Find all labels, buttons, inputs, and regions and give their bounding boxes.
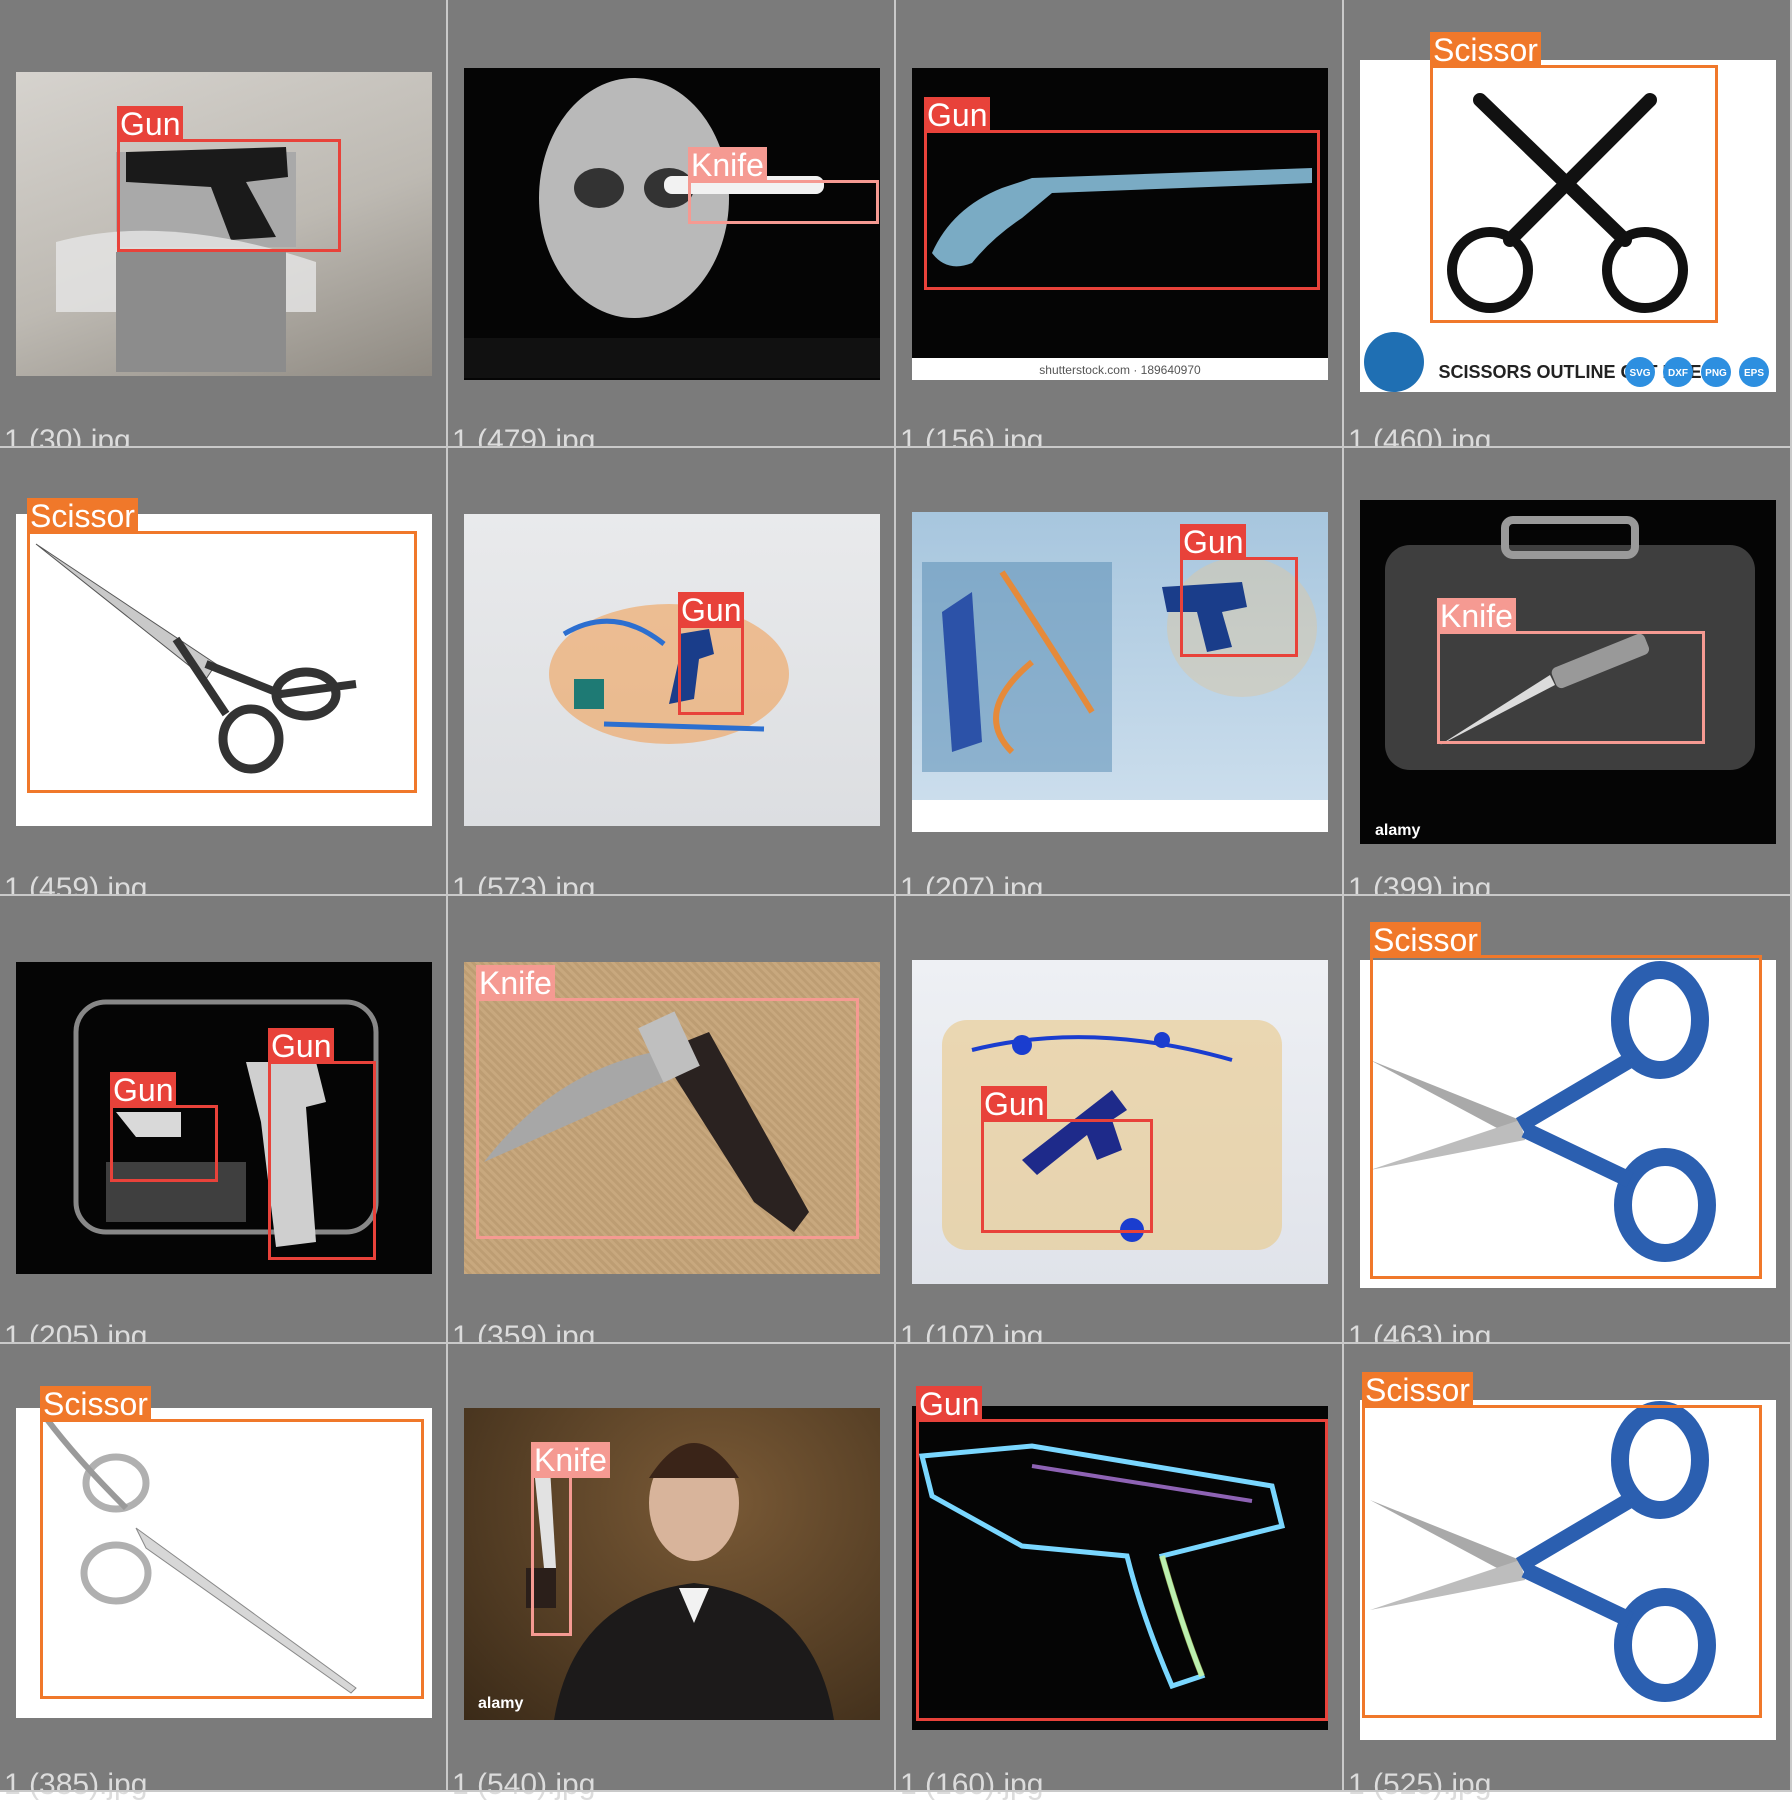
detection-box-gun: Gun — [924, 97, 1320, 290]
detection-box-gun: Gun — [678, 592, 745, 715]
detection-label: Gun — [268, 1028, 335, 1064]
detection-label: Gun — [1180, 524, 1247, 560]
detection-label: Gun — [924, 97, 991, 133]
photo-content-illustration — [549, 604, 789, 744]
grid-cell: 1 (525).jpg Scissor — [1344, 1344, 1792, 1801]
detection-box-knife: Knife — [688, 147, 879, 224]
detection-label: Scissor — [1370, 922, 1481, 958]
grid-cell: 1 (463).jpg Scissor — [1344, 896, 1792, 1353]
svg-text:alamy: alamy — [478, 1695, 523, 1712]
detection-box-scissor: Scissor — [1370, 922, 1762, 1279]
detection-box-gun: Gun — [268, 1028, 376, 1260]
detection-box-gun: Gun — [110, 1072, 218, 1182]
svg-text:EPS: EPS — [1744, 368, 1764, 379]
grid-cell: alamy 1 (399).jpg Knife — [1344, 448, 1792, 905]
svg-text:SCISSORS OUTLINE CUT FILE: SCISSORS OUTLINE CUT FILE — [1438, 362, 1701, 382]
photo-content-illustration: alamy — [478, 1443, 834, 1720]
image-filename: 1 (385).jpg — [4, 1768, 148, 1801]
image-filename: 1 (540).jpg — [452, 1768, 596, 1801]
image-filename: 1 (160).jpg — [900, 1768, 1044, 1801]
detection-label: Scissor — [1362, 1372, 1473, 1408]
detection-box-knife: Knife — [1437, 598, 1705, 744]
detection-box-gun: Gun — [916, 1386, 1328, 1721]
grid-cell: 1 (107).jpg Gun — [896, 896, 1344, 1353]
detection-label: Scissor — [27, 498, 138, 534]
detection-label: Gun — [916, 1386, 983, 1422]
grid-cell: 1 (160).jpg Gun — [896, 1344, 1344, 1801]
image-thumbnail — [464, 68, 880, 380]
detection-label: Gun — [981, 1086, 1048, 1122]
detection-box-scissor: Scissor — [27, 498, 417, 793]
grid-cell: 1 (459).jpg Scissor — [0, 448, 448, 905]
grid-cell: 1 (359).jpg Knife — [448, 896, 896, 1353]
detection-box-gun: Gun — [1180, 524, 1298, 657]
detection-box-gun: Gun — [117, 106, 341, 252]
grid-cell: 1 (207).jpg Gun — [896, 448, 1344, 905]
svg-text:SVG: SVG — [1629, 368, 1650, 379]
detection-box-knife: Knife — [531, 1442, 610, 1636]
detection-box-gun: Gun — [981, 1086, 1153, 1233]
detection-label: Gun — [117, 106, 184, 142]
photo-content-illustration — [464, 78, 880, 378]
detection-label: Scissor — [40, 1386, 151, 1422]
grid-cell: 1 (479).jpg Knife — [448, 0, 896, 457]
svg-text:alamy: alamy — [1375, 822, 1420, 839]
detection-box-scissor: Scissor — [40, 1386, 424, 1699]
detection-label: Gun — [110, 1072, 177, 1108]
detection-box-scissor: Scissor — [1430, 32, 1718, 323]
grid-cell: 1 (205).jpg Gun Gun — [0, 896, 448, 1353]
detection-label: Gun — [678, 592, 745, 628]
detection-box-knife: Knife — [476, 965, 859, 1239]
detection-label: Knife — [476, 965, 555, 1001]
grid-cell: 1 (573).jpg Gun — [448, 448, 896, 905]
image-thumbnail: alamy — [464, 1408, 880, 1720]
grid-cell: 1 (385).jpg Scissor — [0, 1344, 448, 1801]
detection-label: Knife — [1437, 598, 1516, 634]
detection-label: Knife — [531, 1442, 610, 1478]
detection-grid: 1 (30).jpg Gun 1 (479).jpg Knife shutterstoc… — [0, 0, 1792, 1801]
detection-box-scissor: Scissor — [1362, 1372, 1762, 1718]
grid-cell: alamy 1 (540).jpg Knife — [448, 1344, 896, 1801]
grid-cell: 1 (30).jpg Gun — [0, 0, 448, 457]
svg-text:shutterstock.com · 189640970: shutterstock.com · 189640970 — [1039, 363, 1201, 377]
detection-label: Knife — [688, 147, 767, 183]
grid-cell: SCISSORS OUTLINE CUT FILE SVG DXF PNG EPS 1 (… — [1344, 0, 1792, 457]
image-filename: 1 (525).jpg — [1348, 1768, 1492, 1801]
grid-cell: shutterstock.com · 189640970 1 (156).jpg G… — [896, 0, 1344, 457]
svg-text:DXF: DXF — [1668, 368, 1688, 379]
detection-label: Scissor — [1430, 32, 1541, 68]
image-thumbnail — [464, 514, 880, 826]
svg-text:PNG: PNG — [1705, 368, 1727, 379]
